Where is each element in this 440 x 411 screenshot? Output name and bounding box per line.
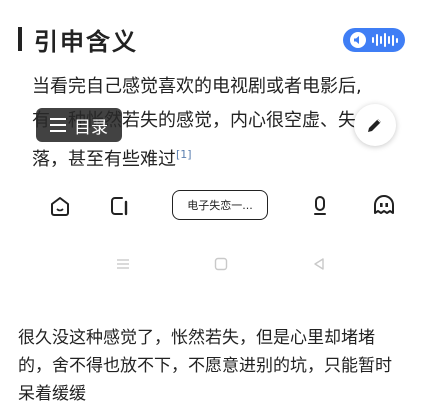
home-icon xyxy=(51,197,69,216)
system-back-button[interactable] xyxy=(310,255,328,273)
paragraph-line: 很久没这种感觉了，怅然若失，但是心里却堵堵 xyxy=(18,328,375,348)
table-of-contents-button[interactable]: 目录 xyxy=(36,108,122,142)
system-navigation-bar xyxy=(0,253,440,275)
paragraph-line: 的，舍不得也放不下，不愿意进别的坑，只能暂时 xyxy=(18,356,392,376)
tabs-button[interactable] xyxy=(106,192,134,220)
section-bar xyxy=(18,27,22,51)
section-title: 引申含义 xyxy=(34,27,138,56)
search-query-pill[interactable]: 电子失恋一... xyxy=(172,190,268,220)
paragraph-line: 呆着缓缓 xyxy=(18,384,86,404)
back-triangle-icon xyxy=(314,258,324,270)
search-query-text: 电子失恋一... xyxy=(187,199,253,212)
menu-lines-icon xyxy=(117,259,129,269)
profile-button[interactable] xyxy=(370,192,398,220)
paragraph-line-text: 落，甚至有些难过 xyxy=(32,149,176,170)
section-header: 引申含义 xyxy=(18,22,138,56)
recent-apps-button[interactable] xyxy=(114,255,132,273)
pencil-icon xyxy=(368,119,381,132)
system-home-button[interactable] xyxy=(212,255,230,273)
read-aloud-button[interactable] xyxy=(343,28,405,52)
toc-label: 目录 xyxy=(74,117,108,138)
square-icon xyxy=(214,257,228,271)
tabs-icon xyxy=(111,197,128,216)
citation-link[interactable]: [1] xyxy=(176,148,192,161)
sound-wave-icon xyxy=(372,33,398,47)
paragraph-line: 落，甚至有些难过[1] xyxy=(32,138,402,177)
paragraph-line: 当看完自己感觉喜欢的电视剧或者电影后, xyxy=(32,76,362,97)
article-paragraph-2: 很久没这种感觉了，怅然若失，但是心里却堵堵 的，舍不得也放不下，不愿意进别的坑，… xyxy=(18,324,434,408)
menu-icon xyxy=(50,118,66,132)
bottom-nav: 电子失恋一... xyxy=(0,186,440,226)
speaker-icon xyxy=(350,32,366,48)
edit-button[interactable] xyxy=(354,104,396,146)
microphone-icon xyxy=(314,196,326,215)
voice-button[interactable] xyxy=(306,192,334,220)
assistant-icon xyxy=(374,195,394,214)
home-button[interactable] xyxy=(46,192,74,220)
